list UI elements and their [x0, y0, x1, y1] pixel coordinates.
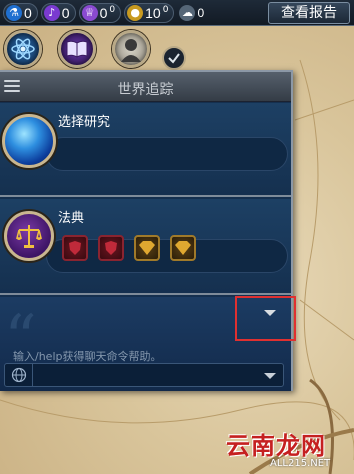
- world-tracker-panel: 世界追踪 选择研究 法典 “: [0, 70, 293, 391]
- faith-icon: ♪: [43, 4, 60, 21]
- military-policy-slot[interactable]: [62, 235, 88, 261]
- gold-icon: ●: [127, 4, 144, 21]
- checkmark-button[interactable]: [162, 46, 186, 70]
- panel-header: 世界追踪: [0, 72, 291, 102]
- faith-value: 0: [61, 4, 70, 21]
- economic-policy-slot[interactable]: [134, 235, 160, 261]
- civilopedia-button[interactable]: [58, 30, 96, 68]
- science-resource[interactable]: ⚗ 0: [3, 2, 38, 23]
- chat-channel-button[interactable]: [5, 364, 33, 386]
- portrait-icon: [121, 39, 141, 62]
- economic-diamond-icon: [139, 241, 155, 255]
- policy-orb-icon[interactable]: [4, 211, 54, 261]
- gold-rate: 0: [162, 4, 169, 15]
- military-shield-icon: [105, 241, 117, 255]
- science-icon: ⚗: [6, 4, 22, 21]
- view-reports-button[interactable]: 查看报告: [268, 2, 350, 24]
- tourism-value: 0: [197, 5, 205, 20]
- science-advisor-button[interactable]: [4, 30, 42, 68]
- watermark-url: ALL215.NET: [270, 458, 331, 469]
- economic-policy-slot[interactable]: [170, 235, 196, 261]
- research-orb-icon[interactable]: [2, 114, 56, 168]
- panel-title: 世界追踪: [117, 82, 174, 98]
- research-progress-bar: [46, 137, 288, 171]
- culture-resource[interactable]: ♕ 0 0: [78, 2, 122, 23]
- policy-label: 法典: [58, 211, 85, 226]
- science-value: 0: [24, 4, 32, 21]
- tourism-resource[interactable]: ☁ 0: [177, 3, 209, 23]
- culture-rate: 0: [109, 4, 116, 15]
- chat-input[interactable]: [4, 363, 284, 387]
- faith-resource[interactable]: ♪ 0: [40, 2, 76, 23]
- checkmark-icon: [168, 53, 180, 64]
- military-shield-icon: [69, 241, 81, 255]
- highlight-box: [235, 296, 296, 341]
- scales-icon: [16, 225, 42, 248]
- top-resource-bar: ⚗ 0 ♪ 0 ♕ 0 0 ● 10 0 ☁ 0 查看报告: [0, 0, 354, 26]
- economic-diamond-icon: [175, 241, 191, 255]
- gold-resource[interactable]: ● 10 0: [124, 2, 175, 23]
- culture-icon: ♕: [81, 4, 98, 21]
- research-section[interactable]: 选择研究: [0, 103, 291, 197]
- atom-icon: [11, 38, 35, 60]
- great-people-button[interactable]: [112, 30, 150, 68]
- globe-icon: [11, 367, 26, 383]
- culture-value: 0: [99, 4, 108, 21]
- gold-value: 10: [145, 4, 161, 21]
- military-policy-slot[interactable]: [98, 235, 124, 261]
- chat-help-text: 输入/help获得聊天命令帮助。: [13, 350, 162, 363]
- book-icon: [66, 40, 88, 58]
- chat-dropdown-arrow-icon[interactable]: [264, 373, 276, 379]
- tourism-icon: ☁: [179, 4, 196, 21]
- watermark-logo: 云南龙网: [226, 432, 326, 460]
- research-label: 选择研究: [58, 115, 111, 130]
